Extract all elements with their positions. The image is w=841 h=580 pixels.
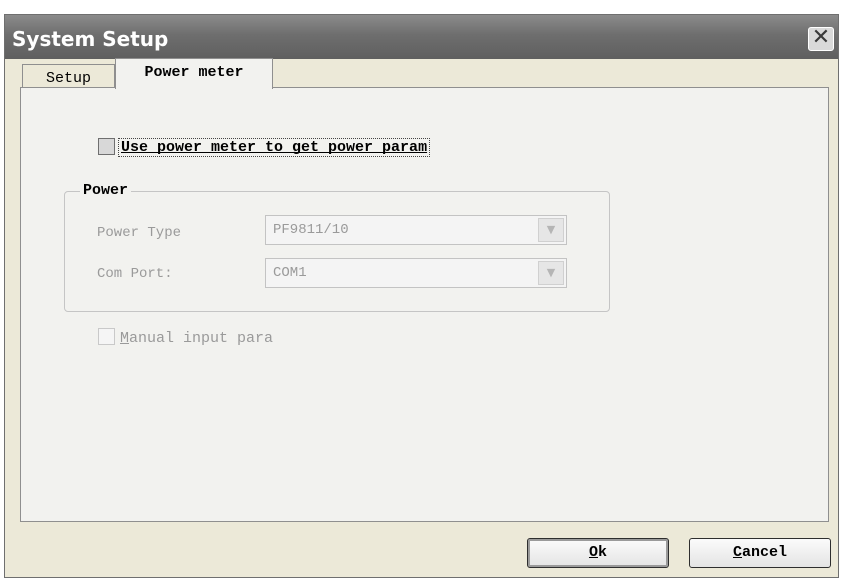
power-group-legend: Power	[80, 182, 132, 199]
manual-input-label[interactable]: Manual input para	[120, 330, 273, 347]
title-bar[interactable]: System Setup ✕	[5, 15, 838, 59]
power-type-label: Power Type	[97, 225, 182, 241]
use-power-meter-checkbox[interactable]	[98, 138, 115, 155]
cancel-mnemonic: C	[732, 544, 742, 561]
chevron-down-icon[interactable]: ▼	[538, 261, 564, 285]
close-button[interactable]: ✕	[808, 27, 834, 51]
use-power-meter-mnemonic: U	[121, 139, 131, 156]
tab-setup[interactable]: Setup	[22, 64, 115, 88]
ok-button[interactable]: Ok	[527, 538, 669, 568]
com-port-select[interactable]: COM1 ▼	[265, 258, 567, 288]
manual-input-checkbox[interactable]	[98, 328, 115, 345]
use-power-meter-label[interactable]: Use power meter to get power param	[118, 138, 431, 157]
use-power-meter-text: se power meter to get power param	[130, 139, 428, 156]
ok-mnemonic: O	[588, 544, 598, 561]
ok-text: k	[598, 544, 608, 561]
cancel-button[interactable]: Cancel	[689, 538, 831, 568]
tab-power-meter-label: Power meter	[144, 64, 244, 81]
com-port-value: COM1	[273, 265, 307, 281]
close-icon: ✕	[811, 25, 831, 50]
manual-input-mnemonic: M	[120, 330, 130, 347]
tab-setup-label: Setup	[45, 70, 91, 87]
cancel-text: ancel	[742, 544, 788, 561]
power-type-value: PF9811/10	[273, 222, 349, 238]
power-type-select[interactable]: PF9811/10 ▼	[265, 215, 567, 245]
com-port-label: Com Port:	[97, 266, 173, 282]
tab-power-meter[interactable]: Power meter	[115, 58, 273, 89]
window-title: System Setup	[12, 27, 169, 51]
manual-input-text: anual input para	[129, 330, 274, 347]
power-groupbox	[64, 191, 610, 312]
chevron-down-icon[interactable]: ▼	[538, 218, 564, 242]
